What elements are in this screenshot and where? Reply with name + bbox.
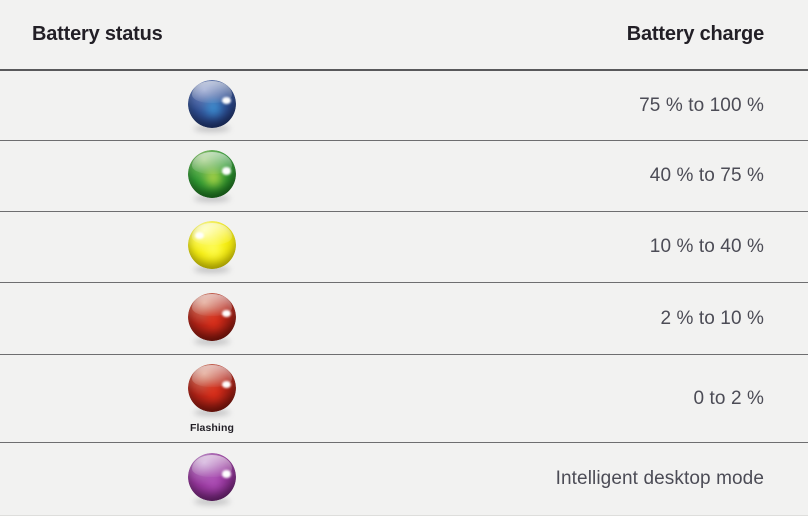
cell-battery-status [0,79,404,132]
table-row: Flashing 0 to 2 % [0,355,808,443]
cell-battery-charge: 0 to 2 % [693,387,764,409]
battery-status-table: Battery status Battery charge 75 % to 10… [0,0,808,516]
green-led-icon [188,150,236,198]
table-row: 10 % to 40 % [0,212,808,283]
table-row: 75 % to 100 % [0,71,808,141]
table-body: 75 % to 100 % 40 % to 75 % 10 % to 40 % 2 %… [0,71,808,516]
cell-battery-status [0,453,404,505]
cell-battery-status [0,221,404,273]
table-header-row: Battery status Battery charge [0,0,808,71]
column-header-battery-charge: Battery charge [626,23,764,45]
purple-led-icon-wrapper [188,453,236,505]
column-header-battery-status: Battery status [32,23,163,45]
table-row: 40 % to 75 % [0,141,808,212]
blue-led-icon-wrapper [188,79,236,132]
purple-led-icon [188,453,236,501]
led-rim-shading [188,221,236,269]
blue-led-icon [188,79,236,128]
red-led-icon [188,292,236,341]
red-flashing-led-icon-wrapper [188,363,236,416]
cell-battery-status: Flashing [0,363,404,434]
cell-battery-charge: Intelligent desktop mode [555,468,764,489]
red-flashing-led-icon [188,363,236,412]
cell-battery-status [0,292,404,345]
cell-battery-charge: 40 % to 75 % [649,165,764,186]
cell-battery-charge: 10 % to 40 % [649,236,764,257]
cell-battery-charge: 2 % to 10 % [660,307,764,329]
led-state-label: Flashing [190,421,234,434]
led-specular-highlight [221,167,232,175]
table-row: 2 % to 10 % [0,283,808,355]
cell-battery-status [0,150,404,202]
cell-battery-charge: 75 % to 100 % [639,94,764,116]
table-row: Intelligent desktop mode [0,443,808,516]
yellow-led-icon-wrapper [188,221,236,273]
led-specular-highlight [221,470,232,478]
green-led-icon-wrapper [188,150,236,202]
yellow-led-icon [188,221,236,269]
red-led-icon-wrapper [188,292,236,345]
